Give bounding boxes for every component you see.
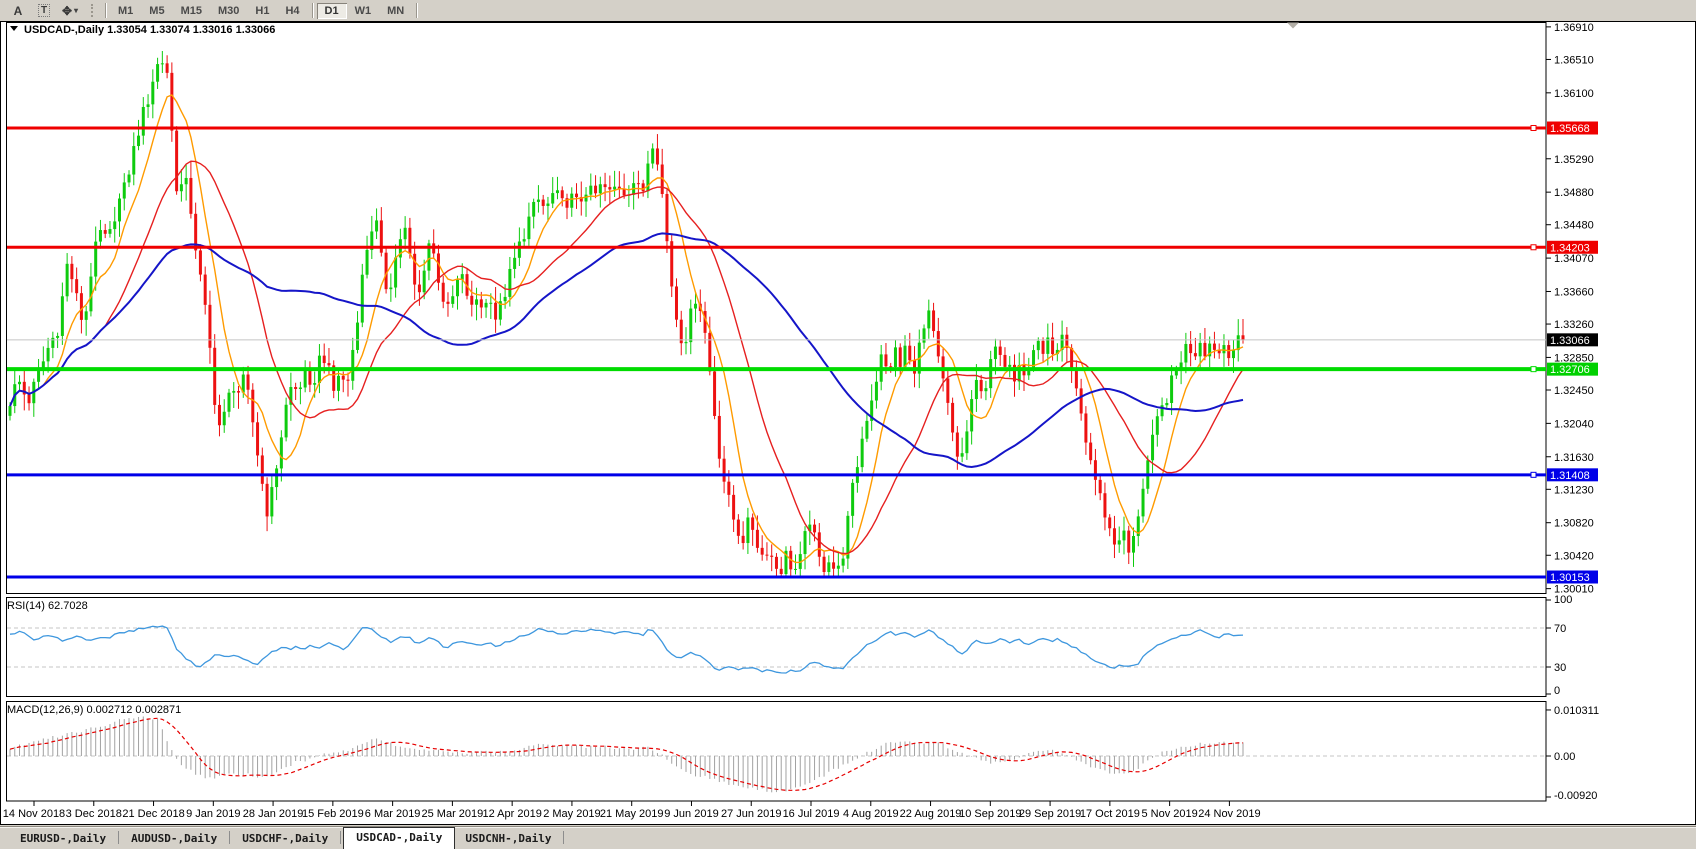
svg-text:9 Jun 2019: 9 Jun 2019 bbox=[664, 808, 718, 820]
line-handle bbox=[1531, 367, 1536, 372]
svg-text:22 Aug 2019: 22 Aug 2019 bbox=[900, 808, 962, 820]
svg-text:1.34480: 1.34480 bbox=[1554, 220, 1594, 232]
svg-text:1.35668: 1.35668 bbox=[1550, 123, 1590, 135]
svg-text:4 Aug 2019: 4 Aug 2019 bbox=[843, 808, 899, 820]
timeframe-button-w1[interactable]: W1 bbox=[347, 3, 380, 19]
svg-text:100: 100 bbox=[1554, 594, 1572, 606]
tab-usdcnh[interactable]: USDCNH-,Daily bbox=[455, 829, 561, 849]
timeframe-button-m1[interactable]: M1 bbox=[110, 3, 141, 19]
generated-chart: 1.36910 1.36510 1.36100 1.35290 1.34880 1.344… bbox=[1, 22, 1696, 825]
rsi-indicator-label: RSI(14) 62.7028 bbox=[7, 600, 88, 612]
svg-text:-0.00920: -0.00920 bbox=[1554, 790, 1597, 802]
svg-text:16 Jul 2019: 16 Jul 2019 bbox=[783, 808, 840, 820]
timeframe-button-mn[interactable]: MN bbox=[379, 3, 412, 19]
svg-text:1.35290: 1.35290 bbox=[1554, 154, 1594, 166]
tab-usdcad[interactable]: USDCAD-,Daily bbox=[343, 827, 455, 849]
tab-divider bbox=[563, 831, 564, 844]
svg-text:1.33660: 1.33660 bbox=[1554, 286, 1594, 298]
svg-text:0: 0 bbox=[1554, 685, 1560, 697]
tab-audusd[interactable]: AUDUSD-,Daily bbox=[121, 829, 227, 849]
timeframe-button-m15[interactable]: M15 bbox=[173, 3, 210, 19]
svg-text:1.34070: 1.34070 bbox=[1554, 253, 1594, 265]
crosshair-icon: ✥ bbox=[62, 4, 72, 18]
svg-text:1.31630: 1.31630 bbox=[1554, 452, 1594, 464]
svg-text:1.32850: 1.32850 bbox=[1554, 352, 1594, 364]
toolbar-separator bbox=[416, 3, 417, 18]
timeframe-button-h4[interactable]: H4 bbox=[277, 3, 307, 19]
svg-text:1.36910: 1.36910 bbox=[1554, 22, 1594, 34]
toolbar-separator bbox=[105, 3, 106, 18]
svg-text:1.33066: 1.33066 bbox=[1550, 335, 1590, 347]
svg-text:25 Mar 2019: 25 Mar 2019 bbox=[422, 808, 484, 820]
svg-text:1.30420: 1.30420 bbox=[1554, 550, 1594, 562]
svg-text:14 Nov 2018: 14 Nov 2018 bbox=[3, 808, 65, 820]
svg-text:6 Mar 2019: 6 Mar 2019 bbox=[365, 808, 421, 820]
arrow-tool-button[interactable]: A bbox=[5, 2, 31, 19]
text-select-icon: T bbox=[38, 4, 50, 17]
svg-text:15 Feb 2019: 15 Feb 2019 bbox=[302, 808, 364, 820]
text-tool-button[interactable]: T bbox=[31, 2, 57, 19]
svg-text:1.32706: 1.32706 bbox=[1550, 364, 1590, 376]
svg-text:30: 30 bbox=[1554, 662, 1566, 674]
chevron-down-icon: ▾ bbox=[74, 6, 78, 15]
timeframe-button-d1[interactable]: D1 bbox=[317, 3, 347, 19]
crosshair-tool-button[interactable]: ✥ ▾ bbox=[57, 2, 83, 19]
svg-text:1.32040: 1.32040 bbox=[1554, 418, 1594, 430]
svg-text:21 Dec 2018: 21 Dec 2018 bbox=[122, 808, 184, 820]
svg-text:1.32450: 1.32450 bbox=[1554, 385, 1594, 397]
svg-text:70: 70 bbox=[1554, 623, 1566, 635]
svg-text:2 May 2019: 2 May 2019 bbox=[543, 808, 600, 820]
svg-text:5 Nov 2019: 5 Nov 2019 bbox=[1141, 808, 1197, 820]
main-pane bbox=[7, 23, 1547, 594]
svg-text:1.36510: 1.36510 bbox=[1554, 54, 1594, 66]
svg-text:24 Nov 2019: 24 Nov 2019 bbox=[1198, 808, 1260, 820]
svg-text:1.34203: 1.34203 bbox=[1550, 242, 1590, 254]
svg-text:0.010311: 0.010311 bbox=[1554, 705, 1599, 717]
timeframe-group: M1M5M15M30H1H4 D1W1MN bbox=[101, 0, 421, 21]
svg-text:0.00: 0.00 bbox=[1554, 751, 1575, 763]
toolbar-grip[interactable] bbox=[91, 4, 95, 17]
line-handle bbox=[1531, 126, 1536, 131]
svg-text:29 Sep 2019: 29 Sep 2019 bbox=[1019, 808, 1081, 820]
tab-divider bbox=[118, 831, 119, 844]
svg-text:17 Oct 2019: 17 Oct 2019 bbox=[1080, 808, 1140, 820]
svg-text:27 Jun 2019: 27 Jun 2019 bbox=[721, 808, 782, 820]
svg-text:1.34880: 1.34880 bbox=[1554, 187, 1594, 199]
timeframe-button-m5[interactable]: M5 bbox=[141, 3, 172, 19]
svg-text:10 Sep 2019: 10 Sep 2019 bbox=[959, 808, 1021, 820]
svg-text:1.30820: 1.30820 bbox=[1554, 518, 1594, 530]
svg-text:3 Dec 2018: 3 Dec 2018 bbox=[66, 808, 122, 820]
symbol-tabs: EURUSD-,DailyAUDUSD-,DailyUSDCHF-,DailyU… bbox=[0, 826, 1696, 849]
svg-text:1.31230: 1.31230 bbox=[1554, 484, 1594, 496]
svg-text:28 Jan 2019: 28 Jan 2019 bbox=[243, 808, 304, 820]
tab-divider bbox=[340, 831, 341, 844]
timeframe-button-m30[interactable]: M30 bbox=[210, 3, 247, 19]
tab-divider bbox=[229, 831, 230, 844]
svg-text:1.33260: 1.33260 bbox=[1554, 319, 1594, 331]
svg-text:1.31408: 1.31408 bbox=[1550, 470, 1590, 482]
macd-indicator-label: MACD(12,26,9) 0.002712 0.002871 bbox=[7, 704, 181, 716]
chart-title: USDCAD-,Daily 1.33054 1.33074 1.33016 1.… bbox=[24, 24, 275, 36]
svg-text:21 May 2019: 21 May 2019 bbox=[600, 808, 664, 820]
chart-canvas[interactable]: 1.36910 1.36510 1.36100 1.35290 1.34880 1.344… bbox=[0, 21, 1696, 826]
svg-text:1.36100: 1.36100 bbox=[1554, 88, 1594, 100]
timeframe-button-h1[interactable]: H1 bbox=[247, 3, 277, 19]
line-handle bbox=[1531, 472, 1536, 477]
svg-text:9 Jan 2019: 9 Jan 2019 bbox=[186, 808, 240, 820]
rsi-pane bbox=[7, 598, 1547, 697]
line-handle bbox=[1531, 245, 1536, 250]
svg-text:12 Apr 2019: 12 Apr 2019 bbox=[482, 808, 541, 820]
tab-eurusd[interactable]: EURUSD-,Daily bbox=[10, 829, 116, 849]
tab-usdchf[interactable]: USDCHF-,Daily bbox=[232, 829, 338, 849]
toolbar: A T ✥ ▾ M1M5M15M30H1H4 D1W1MN bbox=[0, 0, 1696, 21]
toolbar-separator bbox=[312, 3, 313, 18]
svg-text:1.30153: 1.30153 bbox=[1550, 572, 1590, 584]
